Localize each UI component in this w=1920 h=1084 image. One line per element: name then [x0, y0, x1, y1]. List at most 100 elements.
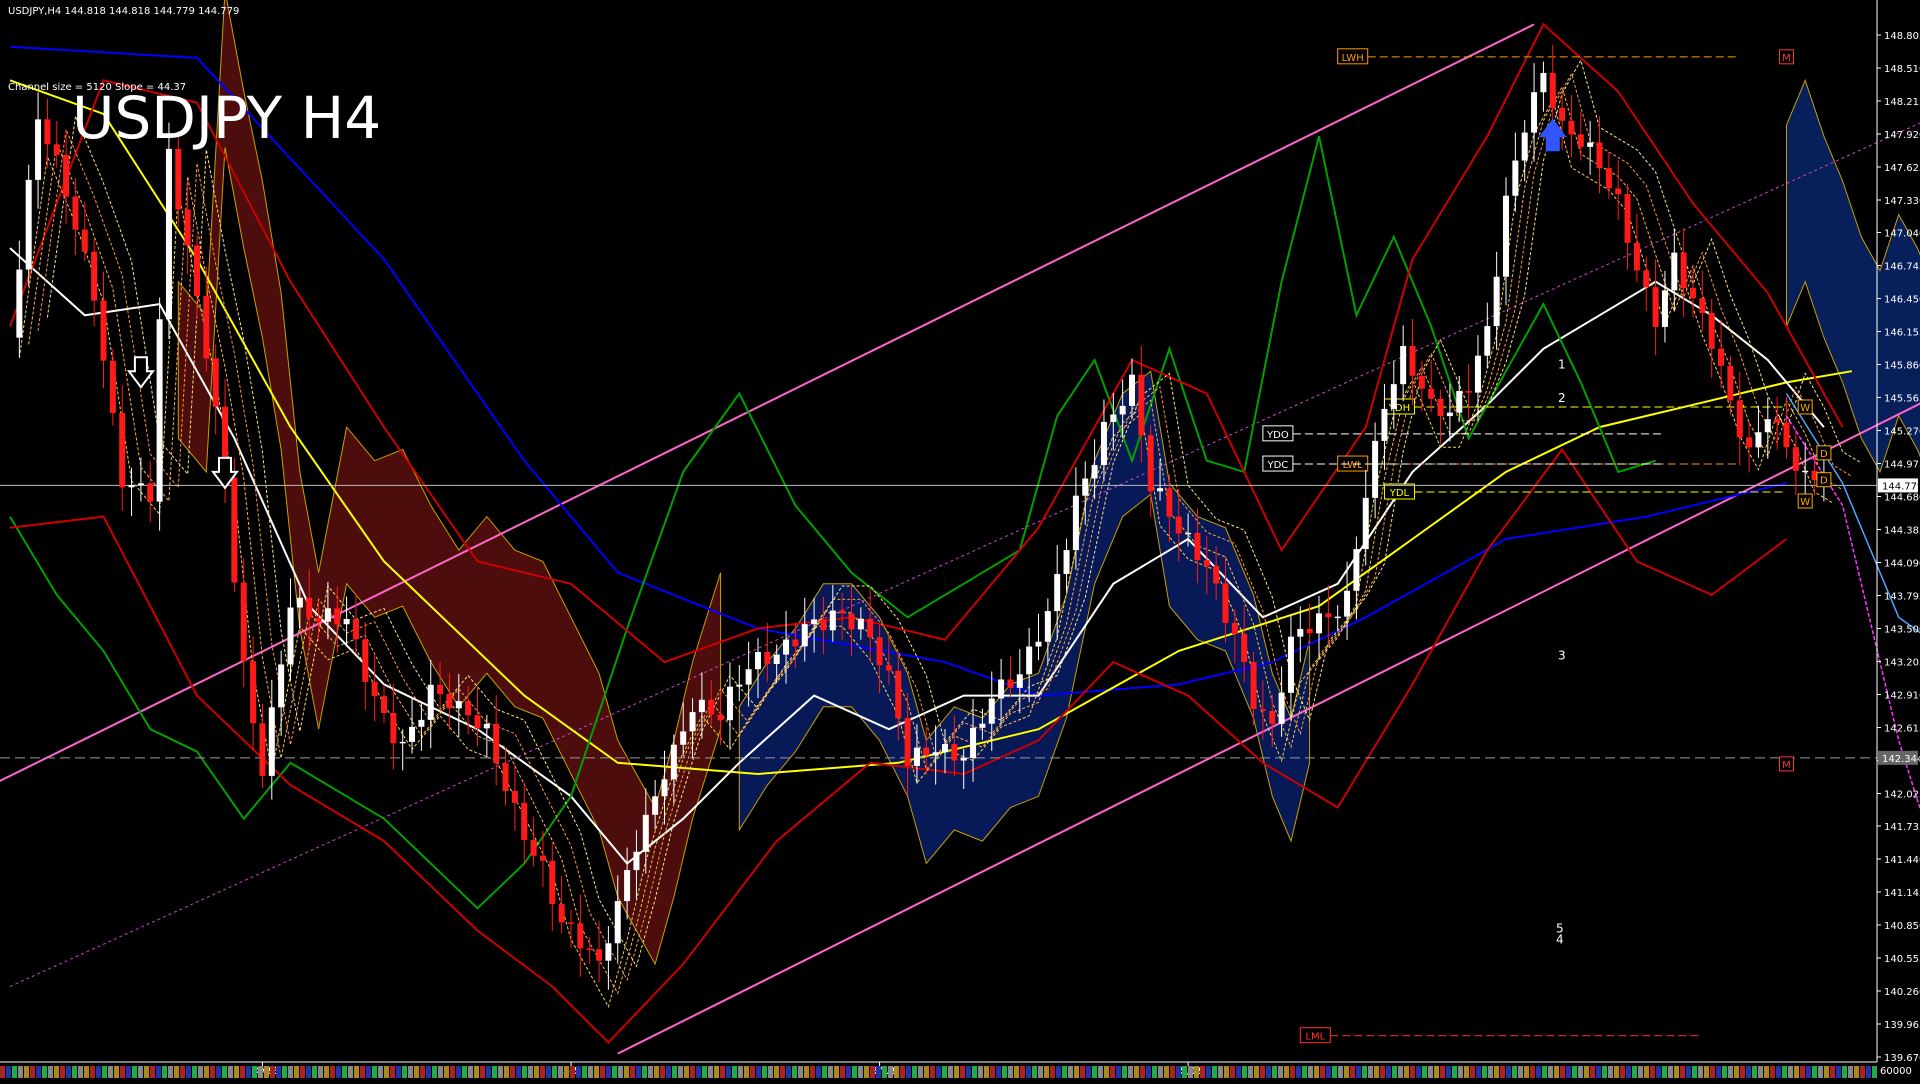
candle-body	[381, 696, 387, 713]
price-tick-label: 147.920	[1884, 130, 1920, 141]
strip-cell	[1512, 1066, 1517, 1078]
strip-cell	[432, 1066, 437, 1078]
candle-body	[101, 301, 107, 361]
candle-body	[241, 583, 247, 662]
candle-body	[428, 685, 434, 720]
strip-cell	[1488, 1066, 1493, 1078]
candle-body	[531, 840, 537, 856]
strip-cell	[342, 1066, 347, 1078]
strip-cell	[1812, 1066, 1817, 1078]
strip-cell	[1476, 1066, 1481, 1078]
strip-cell	[852, 1066, 857, 1078]
candle-body	[1017, 674, 1023, 688]
candle-body	[699, 700, 705, 712]
support-price-label: 142.344	[1882, 754, 1920, 765]
strip-cell	[1032, 1066, 1037, 1078]
strip-cell	[1464, 1066, 1469, 1078]
candle-body	[157, 319, 163, 501]
candle-body	[1578, 134, 1584, 146]
candle-body	[1391, 384, 1397, 409]
strip-cell	[1086, 1066, 1091, 1078]
strip-cell	[948, 1066, 953, 1078]
strip-cell	[558, 1066, 563, 1078]
level-label-ydl: YDL	[1389, 488, 1410, 499]
strip-cell	[228, 1066, 233, 1078]
strip-cell	[402, 1066, 407, 1078]
strip-cell	[1002, 1066, 1007, 1078]
price-tick-label: 148.215	[1884, 97, 1920, 108]
strip-cell	[1368, 1066, 1373, 1078]
candle-body	[1054, 574, 1060, 611]
strip-cell	[1704, 1066, 1709, 1078]
candle-body	[418, 720, 424, 727]
candle-body	[1531, 92, 1537, 132]
candle-body	[185, 210, 191, 246]
strip-cell	[1860, 1066, 1865, 1078]
candle-body	[1166, 488, 1172, 516]
candle-body	[1643, 270, 1649, 287]
strip-cell	[1224, 1066, 1229, 1078]
candle-body	[792, 640, 798, 647]
candle-body	[1157, 488, 1163, 491]
candle-body	[708, 700, 714, 715]
strip-cell	[270, 1066, 275, 1078]
strip-cell	[960, 1066, 965, 1078]
price-tick-label: 143.500	[1884, 625, 1920, 636]
strip-cell	[0, 1066, 5, 1078]
price-tick-label: 146.450	[1884, 294, 1920, 305]
candle-body	[1176, 517, 1182, 534]
price-chart[interactable]: LWHLWLLMLYDOYDCYDHYDL MMWDDW12354 148.80…	[0, 0, 1920, 1080]
strip-cell	[732, 1066, 737, 1078]
candle-body	[456, 701, 462, 708]
strip-cell	[1116, 1066, 1121, 1078]
strip-cell	[978, 1066, 983, 1078]
candle-body	[437, 685, 443, 694]
strip-cell	[1782, 1066, 1787, 1078]
strip-cell	[1332, 1066, 1337, 1078]
strip-cell	[882, 1066, 887, 1078]
strip-cell	[462, 1066, 467, 1078]
strip-cell	[366, 1066, 371, 1078]
candle-body	[877, 637, 883, 665]
strip-cell	[450, 1066, 455, 1078]
strip-cell	[1602, 1066, 1607, 1078]
price-tick-label: 140.850	[1884, 921, 1920, 932]
price-tick-label: 139.670	[1884, 1053, 1920, 1064]
strip-cell	[528, 1066, 533, 1078]
strip-cell	[294, 1066, 299, 1078]
strip-cell	[1596, 1066, 1601, 1078]
candle-body	[203, 296, 209, 358]
strip-cell	[606, 1066, 611, 1078]
strip-cell	[1320, 1066, 1325, 1078]
price-tick-label: 144.975	[1884, 459, 1920, 470]
candle-body	[633, 852, 639, 870]
strip-cell	[678, 1066, 683, 1078]
strip-cell	[1626, 1066, 1631, 1078]
strip-cell	[1548, 1066, 1553, 1078]
candle-body	[1634, 243, 1640, 270]
price-tick-label: 147.330	[1884, 196, 1920, 207]
strip-cell	[1194, 1066, 1199, 1078]
strip-cell	[1044, 1066, 1049, 1078]
candle-body	[1101, 422, 1107, 465]
strip-cell	[48, 1066, 53, 1078]
candle-body	[662, 779, 668, 796]
strip-cell	[18, 1066, 23, 1078]
candle-body	[1587, 142, 1593, 146]
strip-cell	[1422, 1066, 1427, 1078]
candle-body	[559, 904, 565, 922]
strip-cell	[1038, 1066, 1043, 1078]
strip-cell	[30, 1066, 35, 1078]
strip-cell	[966, 1066, 971, 1078]
strip-cell	[126, 1066, 131, 1078]
strip-cell	[762, 1066, 767, 1078]
strip-cell	[360, 1066, 365, 1078]
strip-cell	[1608, 1066, 1613, 1078]
price-tick-label: 145.860	[1884, 360, 1920, 371]
candle-body	[820, 619, 826, 630]
candle-body	[82, 230, 88, 252]
candle-body	[297, 598, 303, 608]
candle-body	[1522, 133, 1528, 161]
candle-body	[1036, 642, 1042, 647]
candle-body	[1503, 196, 1509, 277]
